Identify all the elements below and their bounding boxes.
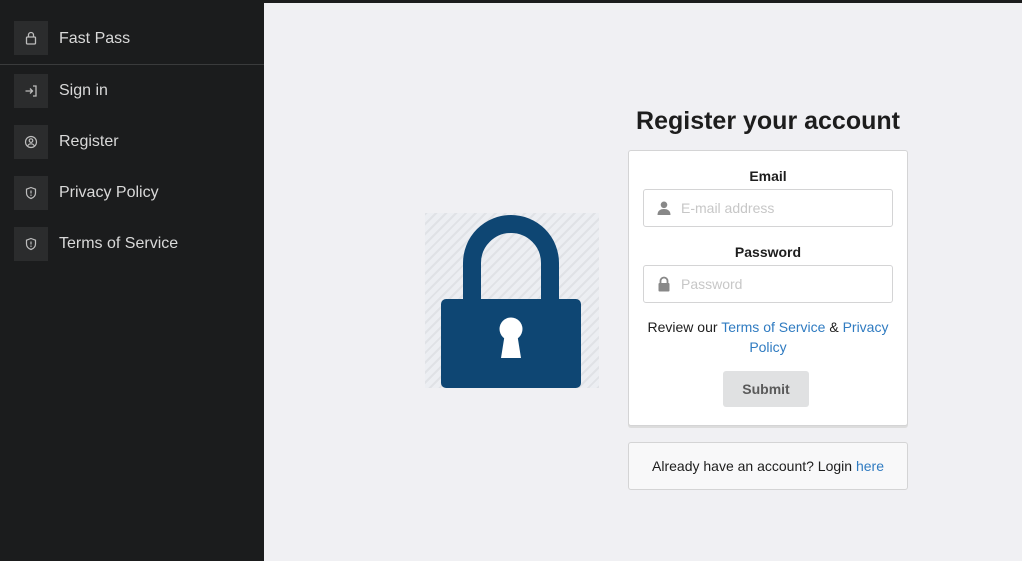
review-prefix: Review our: [647, 319, 718, 335]
sidebar-item-label: Terms of Service: [59, 234, 179, 252]
sidebar-item-label: Register: [59, 132, 119, 150]
email-label: Email: [749, 168, 787, 184]
user-icon: [656, 200, 672, 216]
password-input[interactable]: [681, 266, 881, 302]
page-title: Register your account: [636, 107, 900, 135]
sidebar-brand-fast-pass[interactable]: Fast Pass: [0, 3, 264, 65]
sidebar-item-privacy-policy[interactable]: Privacy Policy: [0, 167, 264, 218]
login-prompt: Already have an account? Login here: [628, 442, 908, 490]
login-prompt-text: Already have an account? Login: [652, 458, 853, 474]
padlock-icon: [425, 213, 599, 388]
register-form: Email Password Review our Terms of: [628, 150, 908, 426]
submit-button[interactable]: Submit: [723, 371, 809, 407]
email-input[interactable]: [681, 190, 881, 226]
sidebar: Fast Pass Sign in Register Privacy Polic…: [0, 3, 264, 561]
sidebar-item-label: Privacy Policy: [59, 183, 159, 201]
sidebar-brand-label: Fast Pass: [59, 30, 131, 47]
terms-of-service-link[interactable]: Terms of Service: [721, 319, 825, 335]
lock-icon: [656, 276, 672, 292]
shield-icon: [14, 226, 48, 261]
password-field[interactable]: [643, 265, 893, 303]
main-content: Register your account Email Password: [264, 3, 1022, 561]
sidebar-item-register[interactable]: Register: [0, 116, 264, 167]
terms-notice: Review our Terms of Service & Privacy Po…: [643, 317, 893, 357]
password-label: Password: [734, 244, 802, 260]
sidebar-item-label: Sign in: [59, 81, 108, 99]
sign-in-icon: [14, 73, 48, 108]
user-circle-icon: [14, 124, 48, 159]
email-field[interactable]: [643, 189, 893, 227]
login-here-link[interactable]: here: [856, 458, 884, 474]
ampersand-text: &: [829, 319, 839, 335]
shield-icon: [14, 175, 48, 210]
sidebar-item-terms-of-service[interactable]: Terms of Service: [0, 218, 264, 269]
lock-icon: [14, 21, 48, 55]
sidebar-item-sign-in[interactable]: Sign in: [0, 65, 264, 116]
